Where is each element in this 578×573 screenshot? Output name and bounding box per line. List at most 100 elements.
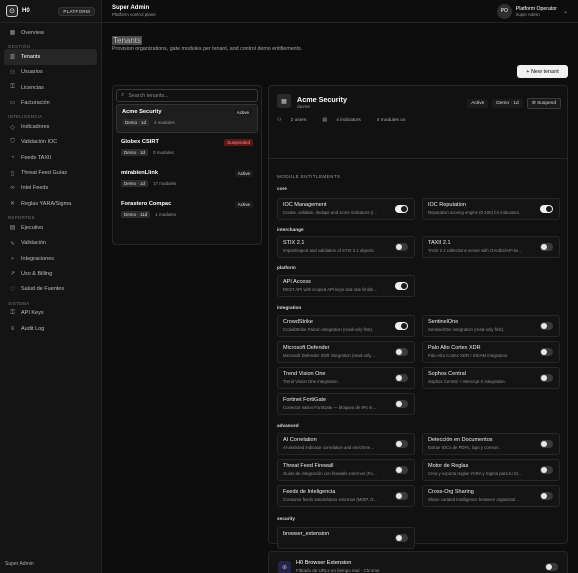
- module-desc: Reputation scoring engine (0-100) for in…: [428, 210, 520, 215]
- tenant-status-badge: Active: [234, 201, 253, 208]
- sidebar-item-api-keys[interactable]: ⚿ API Keys: [4, 306, 97, 321]
- search-input[interactable]: ⌕ Search tenants...: [116, 89, 258, 102]
- sidebar-item-label: Intel Feeds: [21, 185, 49, 192]
- sidebar-item-usuarios[interactable]: ⚇ Usuarios: [4, 65, 97, 80]
- module-card: STIX 2.1 Import/export and validation of …: [277, 236, 415, 258]
- sidebar-item-tenants[interactable]: ▥ Tenants: [4, 49, 97, 65]
- sidebar-item-label: Overview: [21, 29, 44, 36]
- module-card: Palo Alto Cortex XDR Palo Alto Cortex XDR…: [422, 341, 560, 363]
- module-name: SentinelOne: [428, 319, 459, 325]
- sidebar-item-licencias[interactable]: ⚿ Licencias: [4, 80, 97, 95]
- new-tenant-button[interactable]: + New tenant: [517, 65, 568, 78]
- module-toggle[interactable]: [540, 322, 553, 330]
- tenant-card[interactable]: mirabienLlink Demo · 1d 17 modules Active: [116, 166, 258, 195]
- module-toggle[interactable]: [395, 400, 408, 408]
- module-name: IOC Reputation: [428, 202, 466, 208]
- tenant-card-plan: Demo · 1d: [122, 119, 150, 126]
- tenant-card[interactable]: Globex CSIRT Demo · 1d 0 modules Suspended: [116, 135, 258, 164]
- topbar-title: Super Admin: [112, 5, 150, 11]
- module-toggle[interactable]: [395, 243, 408, 251]
- doc-icon: ▤: [9, 225, 16, 232]
- module-card: Trend Vision One Trend Vision One integra…: [277, 367, 415, 389]
- module-toggle[interactable]: [540, 374, 553, 382]
- module-name: Microsoft Defender: [283, 345, 330, 351]
- module-card: Fortinet FortiGate Conector nativo FortiG…: [277, 393, 415, 415]
- module-card: TAXII 2.1 TAXII 2.1 collections server wi…: [422, 236, 560, 258]
- tenant-stats: ⚇ 2 users ▤ 4 indicators 4 modules on: [277, 118, 414, 123]
- sidebar-item-reglas-yara-sigma[interactable]: ✕ Reglas YARA/Sigma: [4, 196, 97, 211]
- sidebar-item-audit-log[interactable]: ≡ Audit Log: [4, 321, 97, 336]
- sidebar-footer: Super Admin: [5, 561, 34, 567]
- divider: [269, 158, 567, 159]
- module-desc: Consume feeds automáticos externos (MISP…: [283, 497, 378, 502]
- user-menu[interactable]: PO Platform Operator Super Admin ⌄: [496, 3, 568, 19]
- search-icon: ⌕: [121, 92, 125, 98]
- sidebar-item-indicadores[interactable]: ◇ Indicadores: [4, 119, 97, 134]
- sidebar-item-label: Indicadores: [21, 124, 50, 131]
- module-desc: Guías de integración con firewalls exter…: [283, 471, 378, 476]
- suspend-button[interactable]: ⊘ Suspend: [526, 98, 561, 109]
- module-desc: Import/export and validation of STIX 2.1…: [283, 248, 375, 253]
- cross-icon: ✕: [9, 201, 16, 208]
- module-toggle[interactable]: [395, 440, 408, 448]
- module-name: browser_extension: [283, 531, 330, 537]
- avatar: PO: [496, 3, 512, 19]
- module-toggle[interactable]: [395, 492, 408, 500]
- module-name: STIX 2.1: [283, 240, 305, 246]
- sidebar-item-integraciones[interactable]: ⌁ Integraciones: [4, 251, 97, 266]
- tenant-card[interactable]: Forastero Compac Demo · 11d 1 modules Activ…: [116, 197, 258, 226]
- sidebar-item-salud-de-fuentes[interactable]: ♡ Salud de Fuentes: [4, 281, 97, 296]
- module-card: SentinelOne SentinelOne integration (read…: [422, 315, 560, 337]
- users-count: 2 users: [290, 118, 307, 123]
- module-toggle[interactable]: [540, 466, 553, 474]
- module-toggle[interactable]: [540, 492, 553, 500]
- sidebar-item-validaci-n[interactable]: ∿ Validación: [4, 236, 97, 251]
- sidebar-item-label: Facturación: [21, 99, 50, 106]
- users-icon: ⚇: [277, 118, 283, 123]
- page-title: Tenants: [112, 36, 143, 45]
- list-icon: ≡: [10, 325, 15, 332]
- tenant-card[interactable]: Acme Security Demo · 1d 4 modules Active: [116, 104, 258, 133]
- module-toggle[interactable]: [540, 348, 553, 356]
- module-toggle[interactable]: [540, 440, 553, 448]
- sidebar-item-feeds-taxii[interactable]: ◔ Feeds TAXII: [4, 150, 97, 165]
- module-category-label: advanced: [277, 423, 299, 428]
- sidebar-item-threat-feed-gu-as[interactable]: ▯ Threat Feed Guías: [4, 165, 97, 180]
- app-root: ⊙ H0 PLATFORM ▦ Overview GESTIÓN ▥ Tenants ⚇ U…: [0, 0, 578, 573]
- key-icon: ⚿: [10, 84, 15, 91]
- nav-section-label: REPORTES: [8, 215, 35, 221]
- module-toggle[interactable]: [540, 205, 553, 213]
- module-toggle[interactable]: [540, 243, 553, 251]
- module-toggle[interactable]: [395, 466, 408, 474]
- suspend-label: Suspend: [537, 101, 556, 106]
- module-toggle[interactable]: [395, 322, 408, 330]
- module-toggle[interactable]: [395, 205, 408, 213]
- module-toggle[interactable]: [395, 534, 408, 542]
- sidebar-item-uso-billing[interactable]: ↗ Uso & Billing: [4, 266, 97, 281]
- indicators-stat: ▤ 4 indicators: [322, 118, 368, 123]
- sidebar-item-intel-feeds[interactable]: ∞ Intel Feeds: [4, 181, 97, 196]
- sidebar-item-ejecutivo[interactable]: ▤ Ejecutivo: [4, 220, 97, 235]
- sidebar-item-facturaci-n[interactable]: ▭ Facturación: [4, 95, 97, 110]
- module-card: IOC Management Create, validate, dedupe a…: [277, 198, 415, 220]
- sidebar-item-label: Licencias: [21, 84, 44, 91]
- sidebar-item-validaci-n-ioc[interactable]: ⛉ Validación IOC: [4, 135, 97, 150]
- sidebar-item-overview[interactable]: ▦ Overview: [4, 25, 97, 40]
- modules-title: MODULE ENTITLEMENTS: [277, 174, 341, 179]
- shield-check-icon: ⛉: [10, 138, 15, 145]
- nav-section-label: GESTIÓN: [8, 44, 31, 50]
- sidebar-item-label: Tenants: [21, 53, 41, 60]
- module-desc: REST API with scoped API keys and rate l…: [283, 287, 378, 292]
- module-desc: Share curated intelligence between organ…: [428, 497, 520, 502]
- module-category-label: interchange: [277, 227, 304, 232]
- module-toggle[interactable]: [395, 348, 408, 356]
- module-name: Detección en Documentos: [428, 437, 493, 443]
- module-toggle[interactable]: [395, 282, 408, 290]
- indicators-count: 4 indicators: [336, 118, 361, 123]
- extension-toggle[interactable]: [545, 563, 558, 571]
- module-toggle[interactable]: [395, 374, 408, 382]
- pulse-icon: ∿: [9, 240, 16, 247]
- platform-badge: PLATFORM: [58, 6, 95, 16]
- module-name: Palo Alto Cortex XDR: [428, 345, 481, 351]
- module-category-label: platform: [277, 265, 296, 270]
